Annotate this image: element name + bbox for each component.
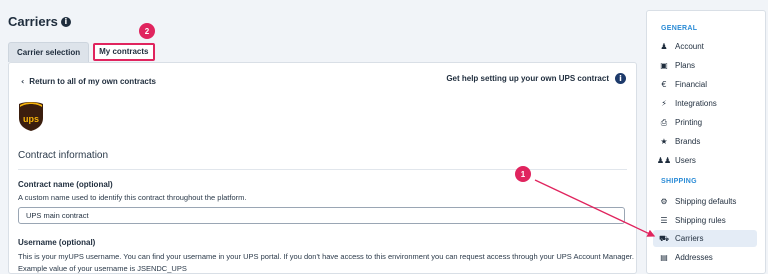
annotation-badge-2: 2	[139, 23, 155, 39]
tab-my-contracts[interactable]: My contracts	[93, 43, 155, 61]
back-link-label: Return to all of my own contracts	[29, 77, 156, 86]
rules-icon: ☰	[660, 216, 668, 225]
tab-bar: Carrier selection My contracts	[8, 42, 155, 62]
section-title: Contract information	[18, 150, 109, 161]
gear-icon: ⚙	[660, 197, 668, 206]
ups-logo-text: ups	[23, 114, 39, 124]
sidebar-item-label: Brands	[675, 137, 701, 146]
sidebar-item-integrations[interactable]: ⚡ Integrations	[653, 95, 757, 112]
sidebar-item-label: Integrations	[675, 99, 717, 108]
username-label: Username (optional)	[18, 238, 96, 247]
username-help: This is your myUPS username. You can fin…	[18, 252, 634, 261]
help-link-label: Get help setting up your own UPS contrac…	[446, 74, 609, 83]
sidebar-item-label: Shipping rules	[675, 216, 726, 225]
sidebar-item-label: Account	[675, 42, 704, 51]
sidebar-item-label: Addresses	[675, 253, 713, 262]
sidebar-item-addresses[interactable]: ▤ Addresses	[653, 249, 757, 266]
page-title: Carriers i	[8, 14, 71, 29]
plug-icon: ⚡	[661, 99, 667, 108]
chevron-left-icon: ‹	[21, 77, 25, 86]
info-icon: i	[615, 73, 626, 84]
sidebar-item-label: Financial	[675, 80, 708, 89]
sidebar-item-brands[interactable]: ★ Brands	[653, 133, 757, 150]
sidebar-item-shipping-rules[interactable]: ☰ Shipping rules	[653, 212, 757, 229]
printer-icon: ⎙	[660, 117, 668, 127]
contract-card: ‹ Return to all of my own contracts Get h…	[8, 62, 637, 274]
euro-icon: €	[661, 80, 667, 89]
sidebar-heading-general: GENERAL	[661, 25, 698, 32]
sidebar-item-financial[interactable]: € Financial	[653, 76, 757, 93]
contract-name-label: Contract name (optional)	[18, 180, 113, 189]
ups-logo: ups	[19, 102, 43, 131]
help-link[interactable]: Get help setting up your own UPS contrac…	[446, 73, 626, 84]
username-example: Example value of your username is JSENDC…	[18, 264, 187, 273]
sidebar-item-label: Printing	[675, 118, 703, 127]
star-icon: ★	[660, 137, 668, 146]
info-icon[interactable]: i	[60, 16, 71, 27]
sidebar-item-label: Users	[675, 156, 696, 165]
users-icon: ♟♟	[656, 156, 672, 165]
tab-carrier-selection[interactable]: Carrier selection	[8, 42, 90, 62]
sidebar-item-account[interactable]: ♟ Account	[653, 38, 757, 55]
sidebar-heading-shipping: SHIPPING	[661, 178, 697, 185]
divider	[18, 169, 627, 170]
sidebar-item-plans[interactable]: ▣ Plans	[653, 57, 757, 74]
sidebar-item-label: Plans	[675, 61, 696, 70]
settings-sidebar: GENERAL ♟ Account ▣ Plans € Financial ⚡ …	[646, 10, 766, 274]
sidebar-item-shipping-defaults[interactable]: ⚙ Shipping defaults	[653, 193, 757, 210]
back-link[interactable]: ‹ Return to all of my own contracts	[21, 77, 156, 86]
page-title-text: Carriers	[8, 14, 58, 29]
sidebar-item-carriers[interactable]: ⛟ Carriers	[653, 230, 757, 247]
sidebar-item-printing[interactable]: ⎙ Printing	[653, 114, 757, 131]
sidebar-item-users[interactable]: ♟♟ Users	[653, 152, 757, 169]
sidebar-item-label: Carriers	[675, 234, 704, 243]
annotation-badge-1: 1	[515, 166, 531, 182]
contract-name-input[interactable]	[18, 207, 625, 224]
sidebar-item-label: Shipping defaults	[675, 197, 737, 206]
user-icon: ♟	[660, 42, 668, 51]
truck-icon: ⛟	[658, 233, 670, 243]
contract-name-help: A custom name used to identify this cont…	[18, 193, 247, 202]
address-icon: ▤	[660, 253, 668, 262]
plans-icon: ▣	[660, 61, 668, 70]
